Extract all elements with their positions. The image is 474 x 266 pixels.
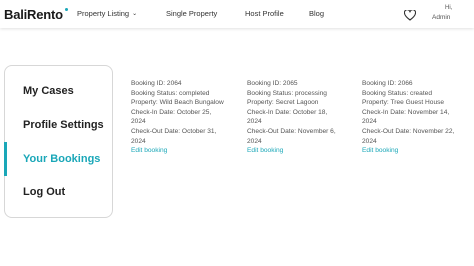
edit-booking-link[interactable]: Edit booking: [131, 146, 243, 156]
booking-checkout-year: 2024: [247, 137, 262, 145]
edit-booking-link[interactable]: Edit booking: [247, 146, 359, 156]
booking-checkin-year: 2024: [131, 118, 146, 126]
chevron-down-icon: ⌄: [132, 11, 138, 17]
booking-card: Booking ID: 2065 Booking Status: process…: [247, 79, 359, 156]
booking-checkin: Check-In Date: October 25,: [131, 108, 212, 116]
nav-property-listing[interactable]: Property Listing ⌄: [77, 9, 137, 18]
greeting: Hi,: [445, 5, 453, 11]
booking-checkin: Check-In Date: October 18,: [247, 108, 328, 116]
nav-single-property[interactable]: Single Property: [166, 9, 217, 18]
booking-checkout: Check-Out Date: October 31,: [131, 127, 217, 135]
booking-checkin-year: 2024: [362, 118, 377, 126]
nav-blog[interactable]: Blog: [309, 9, 324, 18]
nav-label: Property Listing: [77, 9, 130, 18]
header: BaliRento Property Listing ⌄ Single Prope…: [0, 0, 474, 28]
booking-status: Booking Status: completed: [131, 89, 210, 97]
account-sidebar: My Cases Profile Settings Your Bookings …: [4, 65, 113, 218]
booking-property: Property: Secret Lagoon: [247, 99, 319, 107]
booking-card: Booking ID: 2066 Booking Status: created…: [362, 79, 474, 156]
nav-host-profile[interactable]: Host Profile: [245, 9, 284, 18]
booking-card: Booking ID: 2064 Booking Status: complet…: [131, 79, 243, 156]
booking-checkout: Check-Out Date: November 6,: [247, 127, 336, 135]
booking-id: Booking ID: 2064: [131, 80, 182, 87]
booking-id: Booking ID: 2065: [247, 80, 298, 87]
booking-checkout-year: 2024: [131, 137, 146, 145]
booking-property: Property: Tree Guest House: [362, 99, 445, 107]
booking-status: Booking Status: processing: [247, 89, 327, 97]
booking-status: Booking Status: created: [362, 89, 433, 97]
user-name[interactable]: Admin: [432, 14, 450, 21]
booking-checkin-year: 2024: [247, 118, 262, 126]
heart-icon[interactable]: [403, 8, 417, 21]
sidebar-item-my-cases[interactable]: My Cases: [23, 85, 74, 97]
sidebar-item-profile-settings[interactable]: Profile Settings: [23, 119, 104, 131]
sidebar-item-your-bookings[interactable]: Your Bookings: [23, 153, 100, 165]
sidebar-item-log-out[interactable]: Log Out: [23, 186, 65, 198]
edit-booking-link[interactable]: Edit booking: [362, 146, 474, 156]
site-logo[interactable]: BaliRento: [4, 7, 63, 22]
booking-property: Property: Wild Beach Bungalow: [131, 99, 224, 107]
logo-dot: [65, 8, 68, 11]
active-indicator: [4, 142, 7, 176]
booking-checkout: Check-Out Date: November 22,: [362, 127, 455, 135]
booking-checkin: Check-In Date: November 14,: [362, 108, 450, 116]
booking-checkout-year: 2024: [362, 137, 377, 145]
booking-id: Booking ID: 2066: [362, 80, 413, 87]
